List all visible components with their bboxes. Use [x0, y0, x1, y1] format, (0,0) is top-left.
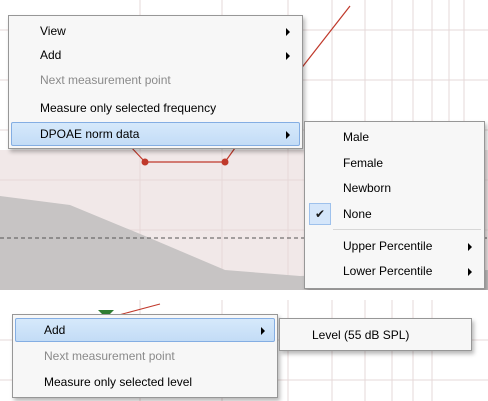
menu-item-view[interactable]: View: [11, 19, 300, 43]
submenu-arrow-icon: [261, 327, 265, 335]
submenu-item-male[interactable]: Male: [307, 125, 482, 149]
submenu-item-level-55-db-spl-label: Level (55 dB SPL): [312, 328, 410, 342]
submenu-item-male-label: Male: [343, 130, 370, 144]
submenu-item-none-label: None: [343, 207, 372, 221]
top-screenshot-panel: View Add Next measurement point Measure …: [0, 0, 488, 290]
menu-item-dpoae-norm-data[interactable]: DPOAE norm data: [11, 122, 300, 146]
submenu-arrow-icon: [468, 268, 472, 276]
menu-item-add[interactable]: Add: [11, 43, 300, 67]
submenu-item-level-55-db-spl[interactable]: Level (55 dB SPL): [282, 323, 469, 347]
menu-item-measure-selected-frequency-label: Measure only selected frequency: [40, 101, 217, 115]
menu-item-add-level[interactable]: Add: [15, 318, 275, 342]
menu-item-next-measurement-point-level-label: Next measurement point: [44, 349, 175, 363]
menu-item-measure-selected-level-label: Measure only selected level: [44, 375, 193, 389]
menu-item-next-measurement-point[interactable]: Next measurement point: [11, 68, 300, 92]
submenu-item-upper-percentile[interactable]: Upper Percentile: [307, 234, 482, 258]
submenu-item-lower-percentile[interactable]: Lower Percentile: [307, 259, 482, 283]
menu-item-add-label: Add: [40, 48, 62, 62]
checkmark-icon: ✔: [309, 203, 331, 225]
submenu-arrow-icon: [468, 243, 472, 251]
submenu-arrow-icon: [286, 131, 290, 139]
submenu-item-lower-percentile-label: Lower Percentile: [343, 264, 433, 278]
menu-separator: [333, 229, 481, 230]
submenu-item-female[interactable]: Female: [307, 151, 482, 175]
menu-item-dpoae-norm-data-label: DPOAE norm data: [40, 127, 140, 141]
submenu-item-upper-percentile-label: Upper Percentile: [343, 239, 433, 253]
submenu-item-newborn[interactable]: Newborn: [307, 176, 482, 200]
menu-item-measure-selected-level[interactable]: Measure only selected level: [15, 370, 275, 394]
add-level-submenu: Level (55 dB SPL): [279, 318, 472, 351]
menu-item-next-measurement-point-label: Next measurement point: [40, 73, 171, 87]
submenu-item-newborn-label: Newborn: [343, 181, 392, 195]
menu-item-view-label: View: [40, 24, 66, 38]
norm-data-submenu: Male Female Newborn ✔ None Upper Percent…: [304, 121, 485, 289]
submenu-arrow-icon: [286, 52, 290, 60]
menu-item-add-level-label: Add: [44, 323, 66, 337]
submenu-arrow-icon: [286, 28, 290, 36]
menu-item-next-measurement-point-level[interactable]: Next measurement point: [15, 344, 275, 368]
menu-item-measure-selected-frequency[interactable]: Measure only selected frequency: [11, 96, 300, 120]
submenu-item-female-label: Female: [343, 156, 384, 170]
submenu-item-none[interactable]: ✔ None: [307, 202, 482, 226]
chart-context-menu: View Add Next measurement point Measure …: [8, 15, 303, 149]
bottom-screenshot-panel: Add Next measurement point Measure only …: [0, 300, 488, 401]
level-context-menu: Add Next measurement point Measure only …: [12, 314, 278, 398]
